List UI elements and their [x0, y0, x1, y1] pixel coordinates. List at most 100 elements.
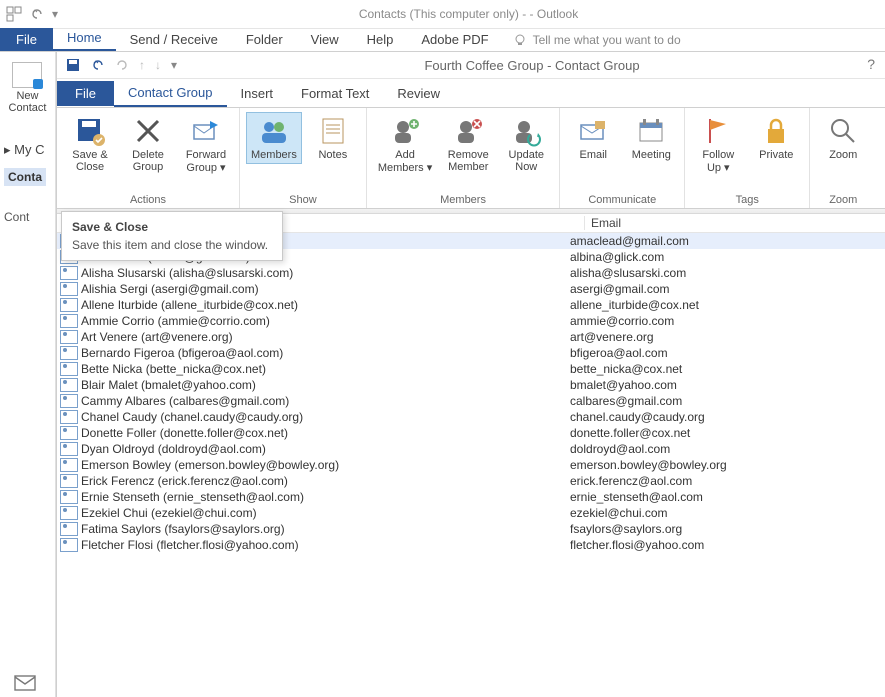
qat-prev-icon[interactable]: ↑: [139, 58, 145, 72]
member-email: chanel.caudy@caudy.org: [564, 410, 885, 424]
member-email: allene_iturbide@cox.net: [564, 298, 885, 312]
win-file-tab[interactable]: File: [57, 81, 114, 106]
meeting-button[interactable]: Meeting: [624, 112, 678, 164]
save-close-tooltip: Save & Close Save this item and close th…: [61, 211, 283, 261]
group-communicate: Email Meeting Communicate: [560, 108, 685, 208]
contact-card-icon: [60, 538, 78, 552]
meeting-label: Meeting: [632, 149, 671, 161]
member-email: doldroyd@aol.com: [564, 442, 885, 456]
member-row[interactable]: Fatima Saylors (fsaylors@saylors.org)fsa…: [57, 521, 885, 537]
member-email: donette.foller@cox.net: [564, 426, 885, 440]
group-members-label: Members: [440, 192, 486, 208]
outer-tab-home[interactable]: Home: [53, 26, 116, 51]
remove-member-button[interactable]: Remove Member: [441, 112, 495, 176]
qat-customize-icon[interactable]: ▾: [171, 58, 177, 72]
save-close-button[interactable]: Save & Close: [63, 112, 117, 176]
member-list[interactable]: amaclead@gmail.comAlbina Glick (albina@g…: [57, 233, 885, 553]
delete-icon: [132, 115, 164, 147]
mail-nav-icon[interactable]: [14, 675, 36, 691]
member-row[interactable]: Alisha Slusarski (alisha@slusarski.com)a…: [57, 265, 885, 281]
outer-tab-help[interactable]: Help: [353, 28, 408, 51]
member-row[interactable]: Cammy Albares (calbares@gmail.com)calbar…: [57, 393, 885, 409]
forward-group-button[interactable]: Forward Group ▾: [179, 112, 233, 177]
remove-member-label: Remove Member: [448, 149, 489, 173]
member-row[interactable]: Art Venere (art@venere.org)art@venere.or…: [57, 329, 885, 345]
member-name: Art Venere (art@venere.org): [81, 330, 564, 344]
zoom-icon: [827, 115, 859, 147]
member-row[interactable]: Ernie Stenseth (ernie_stenseth@aol.com)e…: [57, 489, 885, 505]
outer-tab-send-receive[interactable]: Send / Receive: [116, 28, 232, 51]
member-row[interactable]: Ammie Corrio (ammie@corrio.com)ammie@cor…: [57, 313, 885, 329]
contact-card-icon: [60, 314, 78, 328]
contacts-folder-2[interactable]: Cont: [4, 210, 29, 224]
qat-redo-icon[interactable]: [115, 58, 129, 72]
add-members-label: Add Members ▾: [378, 149, 432, 174]
qat-undo-icon[interactable]: [91, 58, 105, 72]
contacts-folder-selected[interactable]: Conta: [4, 168, 46, 186]
new-contact-button[interactable]: New Contact: [9, 62, 47, 114]
contact-card-icon: [60, 490, 78, 504]
member-name: Ernie Stenseth (ernie_stenseth@aol.com): [81, 490, 564, 504]
new-contact-icon: [12, 62, 42, 88]
member-row[interactable]: Fletcher Flosi (fletcher.flosi@yahoo.com…: [57, 537, 885, 553]
member-name: Blair Malet (bmalet@yahoo.com): [81, 378, 564, 392]
win-tab-review[interactable]: Review: [383, 81, 454, 106]
group-show-label: Show: [289, 192, 317, 208]
col-email-header[interactable]: Email: [585, 216, 885, 230]
update-now-button[interactable]: Update Now: [499, 112, 553, 176]
qat-save-icon[interactable]: [65, 57, 81, 73]
contact-group-window: ↑ ↓ ▾ Fourth Coffee Group - Contact Grou…: [56, 52, 885, 697]
help-button[interactable]: ?: [867, 56, 875, 72]
group-zoom-label: Zoom: [829, 192, 857, 208]
member-row[interactable]: Chanel Caudy (chanel.caudy@caudy.org)cha…: [57, 409, 885, 425]
my-contacts-heading[interactable]: ▸ My C: [4, 142, 44, 158]
outer-ribbon-tabs: File Home Send / Receive Folder View Hel…: [0, 29, 885, 52]
email-icon: [577, 115, 609, 147]
delete-group-button[interactable]: Delete Group: [121, 112, 175, 176]
window-ribbon-tabs: File Contact Group Insert Format Text Re…: [57, 79, 885, 108]
member-row[interactable]: Ezekiel Chui (ezekiel@chui.com)ezekiel@c…: [57, 505, 885, 521]
forward-icon: [190, 115, 222, 147]
group-communicate-label: Communicate: [588, 192, 656, 208]
member-row[interactable]: Blair Malet (bmalet@yahoo.com)bmalet@yah…: [57, 377, 885, 393]
outer-file-tab[interactable]: File: [0, 28, 53, 51]
update-icon: [510, 115, 542, 147]
win-tab-insert[interactable]: Insert: [227, 81, 288, 106]
qat-app-icon[interactable]: [6, 6, 22, 22]
member-row[interactable]: Donette Foller (donette.foller@cox.net)d…: [57, 425, 885, 441]
member-row[interactable]: Bernardo Figeroa (bfigeroa@aol.com)bfige…: [57, 345, 885, 361]
member-row[interactable]: Dyan Oldroyd (doldroyd@aol.com)doldroyd@…: [57, 441, 885, 457]
group-tags: Follow Up ▾ Private Tags: [685, 108, 810, 208]
outer-tab-adobe-pdf[interactable]: Adobe PDF: [407, 28, 502, 51]
member-row[interactable]: Alishia Sergi (asergi@gmail.com)asergi@g…: [57, 281, 885, 297]
members-view-button[interactable]: Members: [246, 112, 302, 164]
member-row[interactable]: Bette Nicka (bette_nicka@cox.net)bette_n…: [57, 361, 885, 377]
email-button[interactable]: Email: [566, 112, 620, 164]
save-close-label: Save & Close: [72, 149, 107, 173]
forward-group-label: Forward Group ▾: [186, 149, 226, 174]
remove-member-icon: [452, 115, 484, 147]
follow-up-button[interactable]: Follow Up ▾: [691, 112, 745, 177]
outer-tab-folder[interactable]: Folder: [232, 28, 297, 51]
qat-undo-icon[interactable]: [30, 7, 44, 21]
tell-me-search[interactable]: Tell me what you want to do: [503, 29, 691, 51]
member-email: calbares@gmail.com: [564, 394, 885, 408]
outer-tab-view[interactable]: View: [297, 28, 353, 51]
contact-card-icon: [60, 378, 78, 392]
win-tab-format-text[interactable]: Format Text: [287, 81, 383, 106]
member-row[interactable]: Allene Iturbide (allene_iturbide@cox.net…: [57, 297, 885, 313]
member-row[interactable]: Emerson Bowley (emerson.bowley@bowley.or…: [57, 457, 885, 473]
member-email: ammie@corrio.com: [564, 314, 885, 328]
contact-card-icon: [60, 426, 78, 440]
member-name: Dyan Oldroyd (doldroyd@aol.com): [81, 442, 564, 456]
zoom-button[interactable]: Zoom: [816, 112, 870, 164]
notes-view-button[interactable]: Notes: [306, 112, 360, 164]
member-email: ernie_stenseth@aol.com: [564, 490, 885, 504]
add-members-button[interactable]: Add Members ▾: [373, 112, 437, 177]
member-email: fletcher.flosi@yahoo.com: [564, 538, 885, 552]
members-icon: [258, 115, 290, 147]
member-row[interactable]: Erick Ferencz (erick.ferencz@aol.com)eri…: [57, 473, 885, 489]
win-tab-contact-group[interactable]: Contact Group: [114, 80, 227, 107]
qat-next-icon[interactable]: ↓: [155, 58, 161, 72]
private-button[interactable]: Private: [749, 112, 803, 164]
